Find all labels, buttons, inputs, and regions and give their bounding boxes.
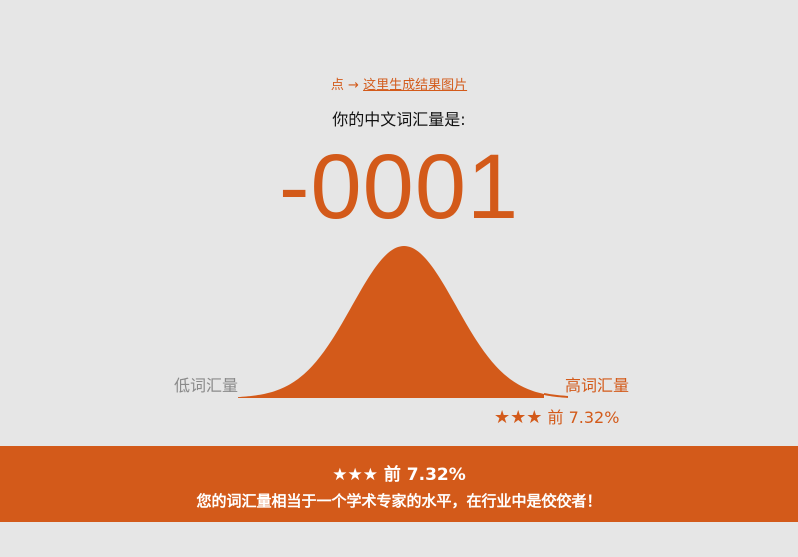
low-vocabulary-label: 低词汇量 (174, 376, 239, 395)
percentile-indicator: ★★★ 前 7.32% (494, 404, 619, 428)
banner-stars-icon: ★★★ (332, 465, 378, 485)
percentile-text: 前 7.32% (547, 408, 620, 427)
banner-message: 您的词汇量相当于一个学术专家的水平，在行业中是佼佼者！ (196, 492, 602, 510)
high-vocabulary-label: 高词汇量 (565, 376, 630, 395)
banner-rank-text: 前 7.32% (383, 465, 466, 485)
banner-rank: ★★★ 前 7.32% (0, 460, 798, 485)
curve-fill (238, 246, 544, 398)
star-rating-icon: ★★★ (494, 407, 543, 428)
result-banner: ★★★ 前 7.32% 您的词汇量相当于一个学术专家的水平，在行业中是佼佼者！ (0, 446, 798, 522)
